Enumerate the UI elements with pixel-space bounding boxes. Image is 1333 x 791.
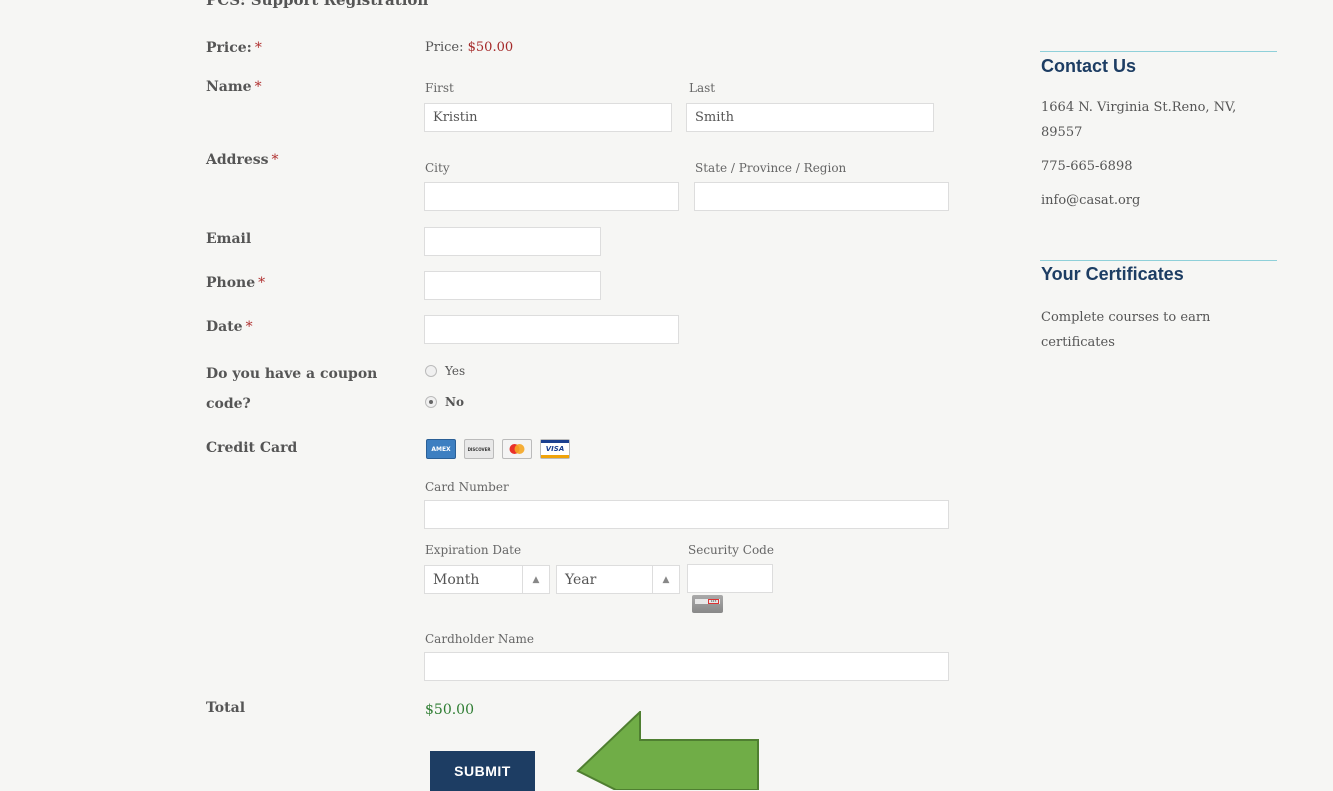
contact-address-line1: 1664 N. Virginia St.Reno, NV, (1041, 100, 1237, 115)
date-label: Date * (206, 315, 253, 339)
state-label: State / Province / Region (695, 161, 847, 175)
price-label-text: Price: (206, 40, 252, 56)
price-amount: $50.00 (467, 40, 514, 55)
total-label: Total (206, 696, 245, 720)
cvv-card-icon: 123 (692, 595, 723, 613)
address-label: Address * (206, 148, 279, 172)
email-label: Email (206, 227, 251, 251)
contact-phone: 775-665-6898 (1041, 159, 1133, 174)
total-label-text: Total (206, 700, 246, 716)
month-select-value: Month (433, 571, 480, 588)
credit-card-label-text: Credit Card (206, 440, 298, 456)
city-label: City (425, 161, 450, 175)
cardholder-name-input[interactable] (424, 652, 949, 681)
visa-bottom-band (541, 455, 569, 458)
year-select[interactable]: Year ▲ (556, 565, 680, 594)
card-number-label: Card Number (425, 480, 509, 494)
year-select-value: Year (565, 571, 597, 588)
required-marker: * (254, 40, 262, 56)
radio-button-selected[interactable] (425, 396, 437, 408)
expiration-date-label: Expiration Date (425, 543, 522, 557)
city-input[interactable] (424, 182, 679, 211)
address-label-text: Address (206, 152, 269, 168)
last-name-label: Last (689, 81, 716, 95)
coupon-yes-radio[interactable]: Yes (425, 364, 465, 378)
select-arrows-icon: ▲ (522, 566, 549, 593)
certificates-text: Complete courses to earn certificates (1041, 305, 1210, 355)
phone-input[interactable] (424, 271, 601, 300)
required-marker: * (271, 152, 279, 168)
cardholder-name-label: Cardholder Name (425, 632, 535, 646)
required-marker: * (254, 79, 262, 95)
price-prefix: Price: (425, 40, 464, 55)
required-marker: * (245, 319, 253, 335)
certificates-divider (1040, 260, 1277, 261)
first-name-label: First (425, 81, 454, 95)
name-label-text: Name (206, 79, 252, 95)
price-label: Price: * (206, 36, 262, 60)
mastercard-logo-icon (509, 444, 525, 454)
name-label: Name * (206, 75, 262, 99)
first-name-input[interactable]: Kristin (424, 103, 672, 132)
certificates-text-line2: certificates (1041, 335, 1115, 350)
form-heading: PCS: Support Registration (206, 0, 429, 9)
certificates-text-line1: Complete courses to earn (1041, 310, 1211, 325)
select-arrows-icon: ▲ (652, 566, 679, 593)
security-code-label: Security Code (688, 543, 774, 557)
cvv-hint: 123 (708, 599, 719, 604)
coupon-yes-label: Yes (445, 364, 466, 378)
discover-card-icon: DISCOVER (464, 439, 494, 459)
coupon-label-line2: code? (206, 396, 251, 412)
credit-card-label: Credit Card (206, 436, 297, 460)
security-code-input[interactable] (687, 564, 773, 593)
contact-title: Contact Us (1041, 56, 1137, 76)
email-label-text: Email (206, 231, 252, 247)
visa-card-icon: VISA (540, 439, 570, 459)
last-name-input[interactable]: Smith (686, 103, 934, 132)
phone-label-text: Phone (206, 275, 256, 291)
price-value: Price: $50.00 (425, 40, 513, 55)
date-label-text: Date (206, 319, 243, 335)
state-input[interactable] (694, 182, 949, 211)
contact-address-line2: 89557 (1041, 125, 1083, 140)
mastercard-card-icon (502, 439, 532, 459)
required-marker: * (258, 275, 266, 291)
visa-card-text: VISA (545, 445, 565, 453)
phone-label: Phone * (206, 271, 265, 295)
contact-address: 1664 N. Virginia St.Reno, NV, 89557 (1041, 95, 1236, 145)
coupon-no-label: No (445, 395, 464, 409)
card-number-input[interactable] (424, 500, 949, 529)
coupon-label-line1: Do you have a coupon (206, 366, 378, 382)
certificates-title: Your Certificates (1041, 264, 1184, 284)
total-value: $50.00 (425, 702, 474, 718)
amex-card-icon: AMEX (426, 439, 456, 459)
registration-page: PCS: Support Registration Price: * Price:… (0, 0, 1333, 791)
contact-email: info@casat.org (1041, 193, 1141, 208)
coupon-label: Do you have a coupon code? (206, 359, 377, 419)
date-input[interactable] (424, 315, 679, 344)
coupon-no-radio[interactable]: No (425, 395, 464, 409)
radio-button[interactable] (425, 365, 437, 377)
month-select[interactable]: Month ▲ (424, 565, 550, 594)
contact-divider (1040, 51, 1277, 52)
email-input[interactable] (424, 227, 601, 256)
submit-button[interactable]: SUBMIT (430, 751, 535, 791)
pointer-arrow-icon (576, 711, 759, 790)
